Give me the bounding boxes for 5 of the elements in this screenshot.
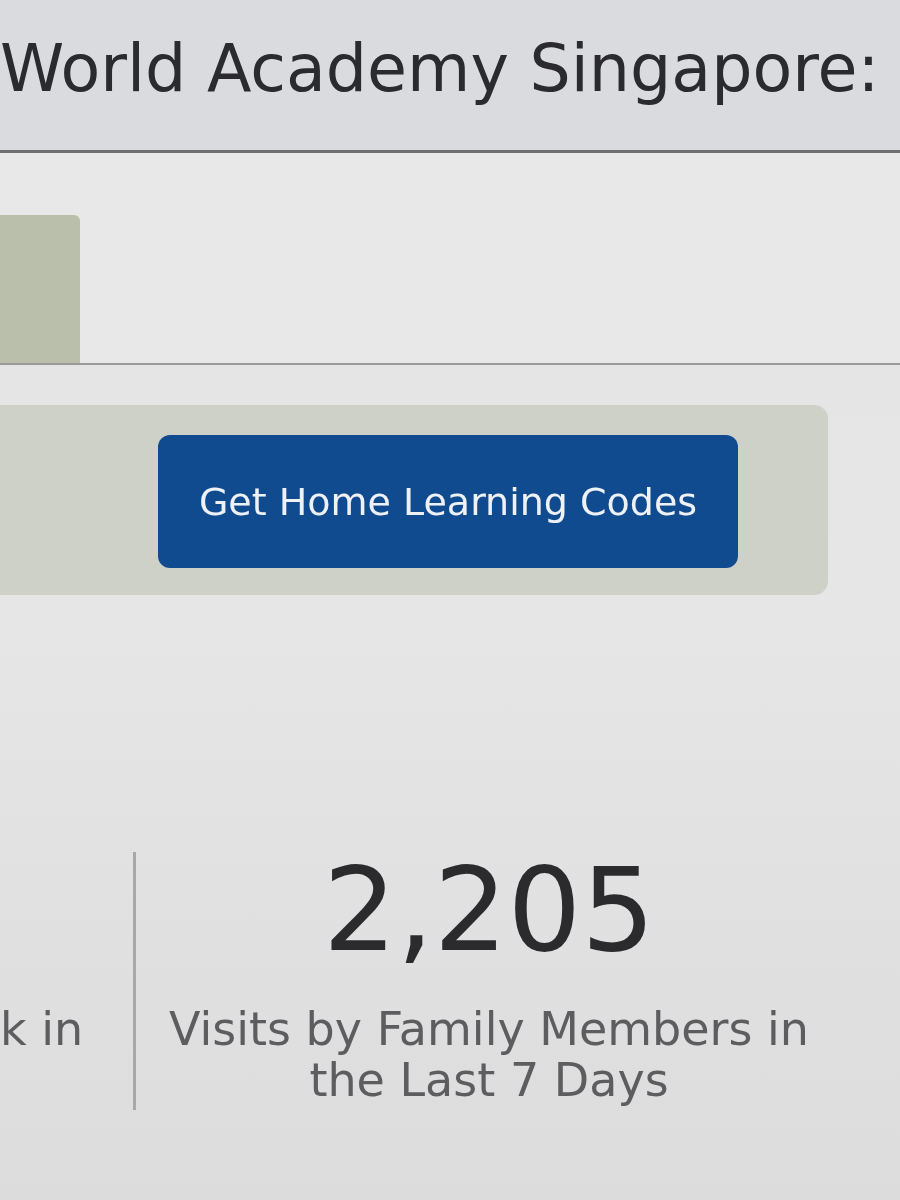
page-title: World Academy Singapore: [0,30,880,108]
get-codes-button[interactable]: Get Home Learning Codes [158,435,738,568]
stat-label: k in [0,1004,84,1055]
stat-value: 2,205 [322,852,656,968]
stat-label: Visits by Family Members in the Last 7 Days [168,1004,810,1106]
